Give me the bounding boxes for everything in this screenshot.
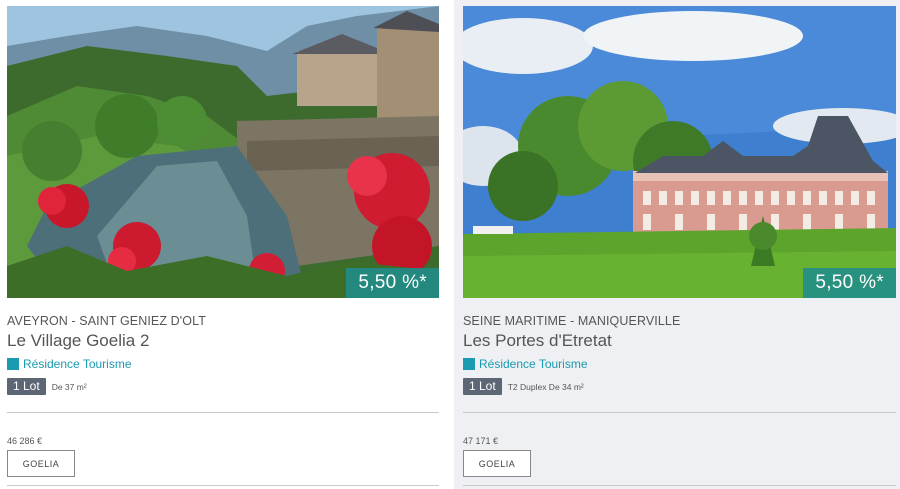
brand-button[interactable]: GOELIA: [7, 450, 75, 477]
listing-photo[interactable]: 5,50 %*: [7, 6, 439, 298]
lot-info: 1 Lot De 37 m²: [7, 378, 87, 395]
tax-rate-badge: 5,50 %*: [346, 268, 439, 298]
divider: [7, 412, 439, 413]
lot-info: 1 Lot T2 Duplex De 34 m²: [463, 378, 584, 395]
lot-count-badge: 1 Lot: [463, 378, 502, 395]
property-type-label: Résidence Tourisme: [479, 357, 588, 371]
square-icon: [463, 358, 475, 370]
listing-price: 46 286 €: [7, 436, 43, 446]
listing-card-1[interactable]: 5,50 %* AVEYRON - SAINT GENIEZ D'OLT Le …: [0, 0, 446, 489]
listing-photo[interactable]: 5,50 %*: [463, 6, 896, 298]
card-gutter: [446, 0, 454, 489]
listing-title[interactable]: Le Village Goelia 2: [7, 331, 149, 351]
listing-location: AVEYRON - SAINT GENIEZ D'OLT: [7, 314, 206, 328]
listing-price: 47 171 €: [463, 436, 499, 446]
lot-description: T2 Duplex De 34 m²: [507, 381, 584, 392]
listing-card-2[interactable]: 5,50 %* SEINE MARITIME - MANIQUERVILLE L…: [454, 0, 900, 489]
divider: [463, 485, 896, 486]
river-village-photo: [7, 6, 439, 298]
chateau-photo: [463, 6, 896, 298]
tax-rate-badge: 5,50 %*: [803, 268, 896, 298]
lot-description: De 37 m²: [51, 381, 87, 392]
brand-button[interactable]: GOELIA: [463, 450, 531, 477]
square-icon: [7, 358, 19, 370]
lot-count-badge: 1 Lot: [7, 378, 46, 395]
divider: [463, 412, 896, 413]
property-type: Résidence Tourisme: [463, 357, 588, 371]
listing-title[interactable]: Les Portes d'Etretat: [463, 331, 612, 351]
listing-location: SEINE MARITIME - MANIQUERVILLE: [463, 314, 681, 328]
divider: [7, 485, 439, 486]
property-type-label: Résidence Tourisme: [23, 357, 132, 371]
property-type: Résidence Tourisme: [7, 357, 132, 371]
